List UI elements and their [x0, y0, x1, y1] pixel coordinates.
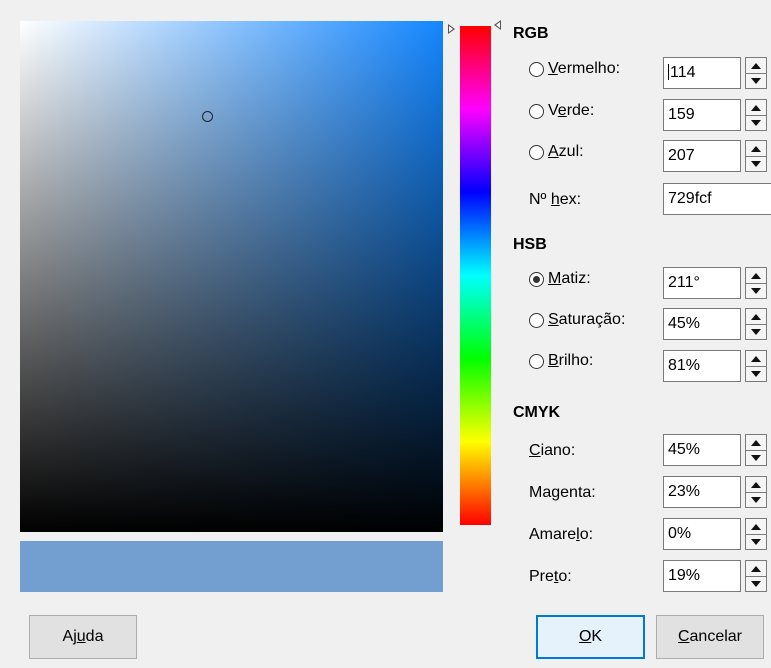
hsb-heading: HSB: [513, 236, 547, 253]
arrow-down-icon: [751, 119, 761, 126]
magenta-input[interactable]: 23%: [663, 476, 741, 508]
red-increment-button[interactable]: [746, 58, 766, 74]
radio-blue[interactable]: Azul:: [529, 143, 584, 161]
hue-slider[interactable]: [460, 26, 491, 525]
arrow-up-icon: [751, 355, 761, 362]
blue-input[interactable]: 207: [663, 140, 741, 172]
help-button[interactable]: Ajuda: [29, 615, 137, 659]
red-spinner[interactable]: [745, 57, 767, 89]
hue-increment-button[interactable]: [746, 268, 766, 284]
cmyk-heading: CMYK: [513, 404, 561, 421]
brightness-spinner[interactable]: [745, 350, 767, 382]
radio-green-icon[interactable]: [529, 103, 544, 119]
cyan-label: Ciano:: [529, 442, 576, 459]
saturation-increment-button[interactable]: [746, 309, 766, 325]
radio-saturation[interactable]: Saturação:: [529, 311, 625, 329]
saturation-brightness-field[interactable]: [20, 21, 443, 532]
radio-hue[interactable]: Matiz:: [529, 270, 591, 288]
yellow-label: Amarelo:: [529, 526, 594, 543]
black-increment-button[interactable]: [746, 561, 766, 577]
radio-saturation-icon[interactable]: [529, 312, 544, 328]
hue-label: Matiz:: [548, 270, 591, 287]
cancel-button[interactable]: Cancelar: [656, 615, 764, 659]
arrow-up-icon: [751, 565, 761, 572]
arrow-up-icon: [751, 481, 761, 488]
arrow-up-icon: [751, 523, 761, 530]
hue-input[interactable]: 211°: [663, 267, 741, 299]
magenta-spinner[interactable]: [745, 476, 767, 508]
arrow-up-icon: [751, 104, 761, 111]
radio-brightness[interactable]: Brilho:: [529, 352, 593, 370]
cyan-spinner[interactable]: [745, 434, 767, 466]
rgb-heading: RGB: [513, 25, 549, 42]
blue-decrement-button[interactable]: [746, 156, 766, 171]
green-decrement-button[interactable]: [746, 115, 766, 130]
radio-red[interactable]: Vermelho:: [529, 60, 620, 78]
radio-blue-icon[interactable]: [529, 144, 544, 160]
hue-marker-left-icon[interactable]: [448, 24, 455, 34]
ok-button[interactable]: OK: [536, 615, 645, 659]
hue-decrement-button[interactable]: [746, 283, 766, 298]
arrow-down-icon: [751, 160, 761, 167]
radio-green[interactable]: Verde:: [529, 102, 594, 120]
arrow-down-icon: [751, 538, 761, 545]
arrow-down-icon: [751, 77, 761, 84]
green-spinner[interactable]: [745, 99, 767, 131]
arrow-up-icon: [751, 313, 761, 320]
arrow-down-icon: [751, 454, 761, 461]
arrow-down-icon: [751, 328, 761, 335]
black-decrement-button[interactable]: [746, 576, 766, 591]
brightness-label: Brilho:: [548, 352, 594, 369]
cyan-input[interactable]: 45%: [663, 434, 741, 466]
arrow-down-icon: [751, 370, 761, 377]
yellow-decrement-button[interactable]: [746, 534, 766, 549]
arrow-up-icon: [751, 439, 761, 446]
black-label: Preto:: [529, 568, 572, 585]
arrow-up-icon: [751, 272, 761, 279]
radio-red-icon[interactable]: [529, 61, 544, 77]
black-spinner[interactable]: [745, 560, 767, 592]
help-button-label: Ajuda: [62, 628, 104, 645]
color-picker-cursor[interactable]: [202, 111, 213, 122]
saturation-spinner[interactable]: [745, 308, 767, 340]
yellow-spinner[interactable]: [745, 518, 767, 550]
saturation-label: Saturação:: [548, 311, 626, 328]
magenta-increment-button[interactable]: [746, 477, 766, 493]
cyan-increment-button[interactable]: [746, 435, 766, 451]
hue-spinner[interactable]: [745, 267, 767, 299]
blue-increment-button[interactable]: [746, 141, 766, 157]
green-increment-button[interactable]: [746, 100, 766, 116]
arrow-down-icon: [751, 496, 761, 503]
blue-spinner[interactable]: [745, 140, 767, 172]
black-input[interactable]: 19%: [663, 560, 741, 592]
arrow-up-icon: [751, 145, 761, 152]
brightness-increment-button[interactable]: [746, 351, 766, 367]
green-input[interactable]: 159: [663, 99, 741, 131]
ok-button-label: OK: [578, 628, 603, 645]
cyan-decrement-button[interactable]: [746, 450, 766, 465]
red-label: Vermelho:: [548, 60, 621, 77]
arrow-up-icon: [751, 62, 761, 69]
blue-label: Azul:: [548, 143, 584, 160]
red-decrement-button[interactable]: [746, 73, 766, 88]
red-input[interactable]: 114: [663, 57, 741, 89]
cancel-button-label: Cancelar: [677, 628, 743, 645]
magenta-decrement-button[interactable]: [746, 492, 766, 507]
hex-input[interactable]: 729fcf: [663, 183, 771, 215]
arrow-down-icon: [751, 580, 761, 587]
saturation-input[interactable]: 45%: [663, 308, 741, 340]
brightness-input[interactable]: 81%: [663, 350, 741, 382]
arrow-down-icon: [751, 287, 761, 294]
radio-hue-icon[interactable]: [529, 271, 544, 287]
green-label: Verde:: [548, 102, 595, 119]
yellow-input[interactable]: 0%: [663, 518, 741, 550]
brightness-decrement-button[interactable]: [746, 366, 766, 381]
saturation-decrement-button[interactable]: [746, 324, 766, 339]
yellow-increment-button[interactable]: [746, 519, 766, 535]
radio-brightness-icon[interactable]: [529, 353, 544, 369]
hex-label: Nº hex:: [529, 191, 582, 208]
color-preview-swatch: [20, 541, 443, 592]
hue-marker-right-icon[interactable]: [494, 20, 501, 30]
magenta-label: Magenta:: [529, 484, 596, 501]
